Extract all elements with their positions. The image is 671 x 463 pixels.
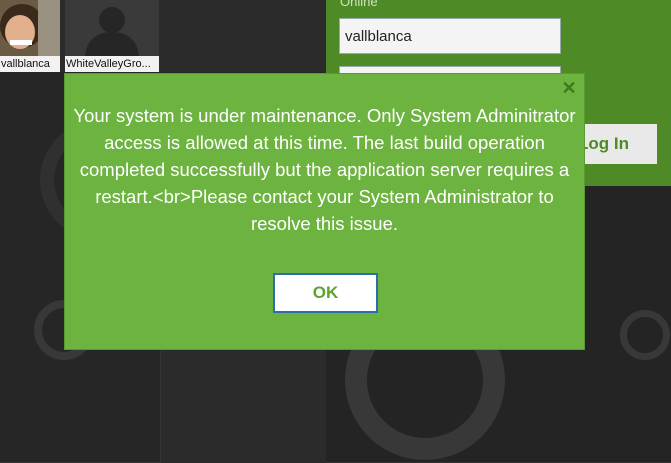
avatar <box>0 0 60 56</box>
user-card[interactable]: WhiteValleyGro... <box>65 0 159 72</box>
background-logo-icon <box>620 310 670 360</box>
dialog-message: Your system is under maintenance. Only S… <box>73 105 576 234</box>
user-name: vallblanca <box>0 56 60 72</box>
ok-button[interactable]: OK <box>273 273 378 313</box>
close-icon[interactable]: ✕ <box>561 79 577 97</box>
user-card[interactable]: vallblanca <box>0 0 60 72</box>
user-name: WhiteValleyGro... <box>65 56 159 72</box>
online-label: Online <box>340 0 378 9</box>
username-input[interactable] <box>339 18 561 54</box>
avatar <box>65 0 159 56</box>
maintenance-dialog: ✕ Your system is under maintenance. Only… <box>64 73 585 350</box>
